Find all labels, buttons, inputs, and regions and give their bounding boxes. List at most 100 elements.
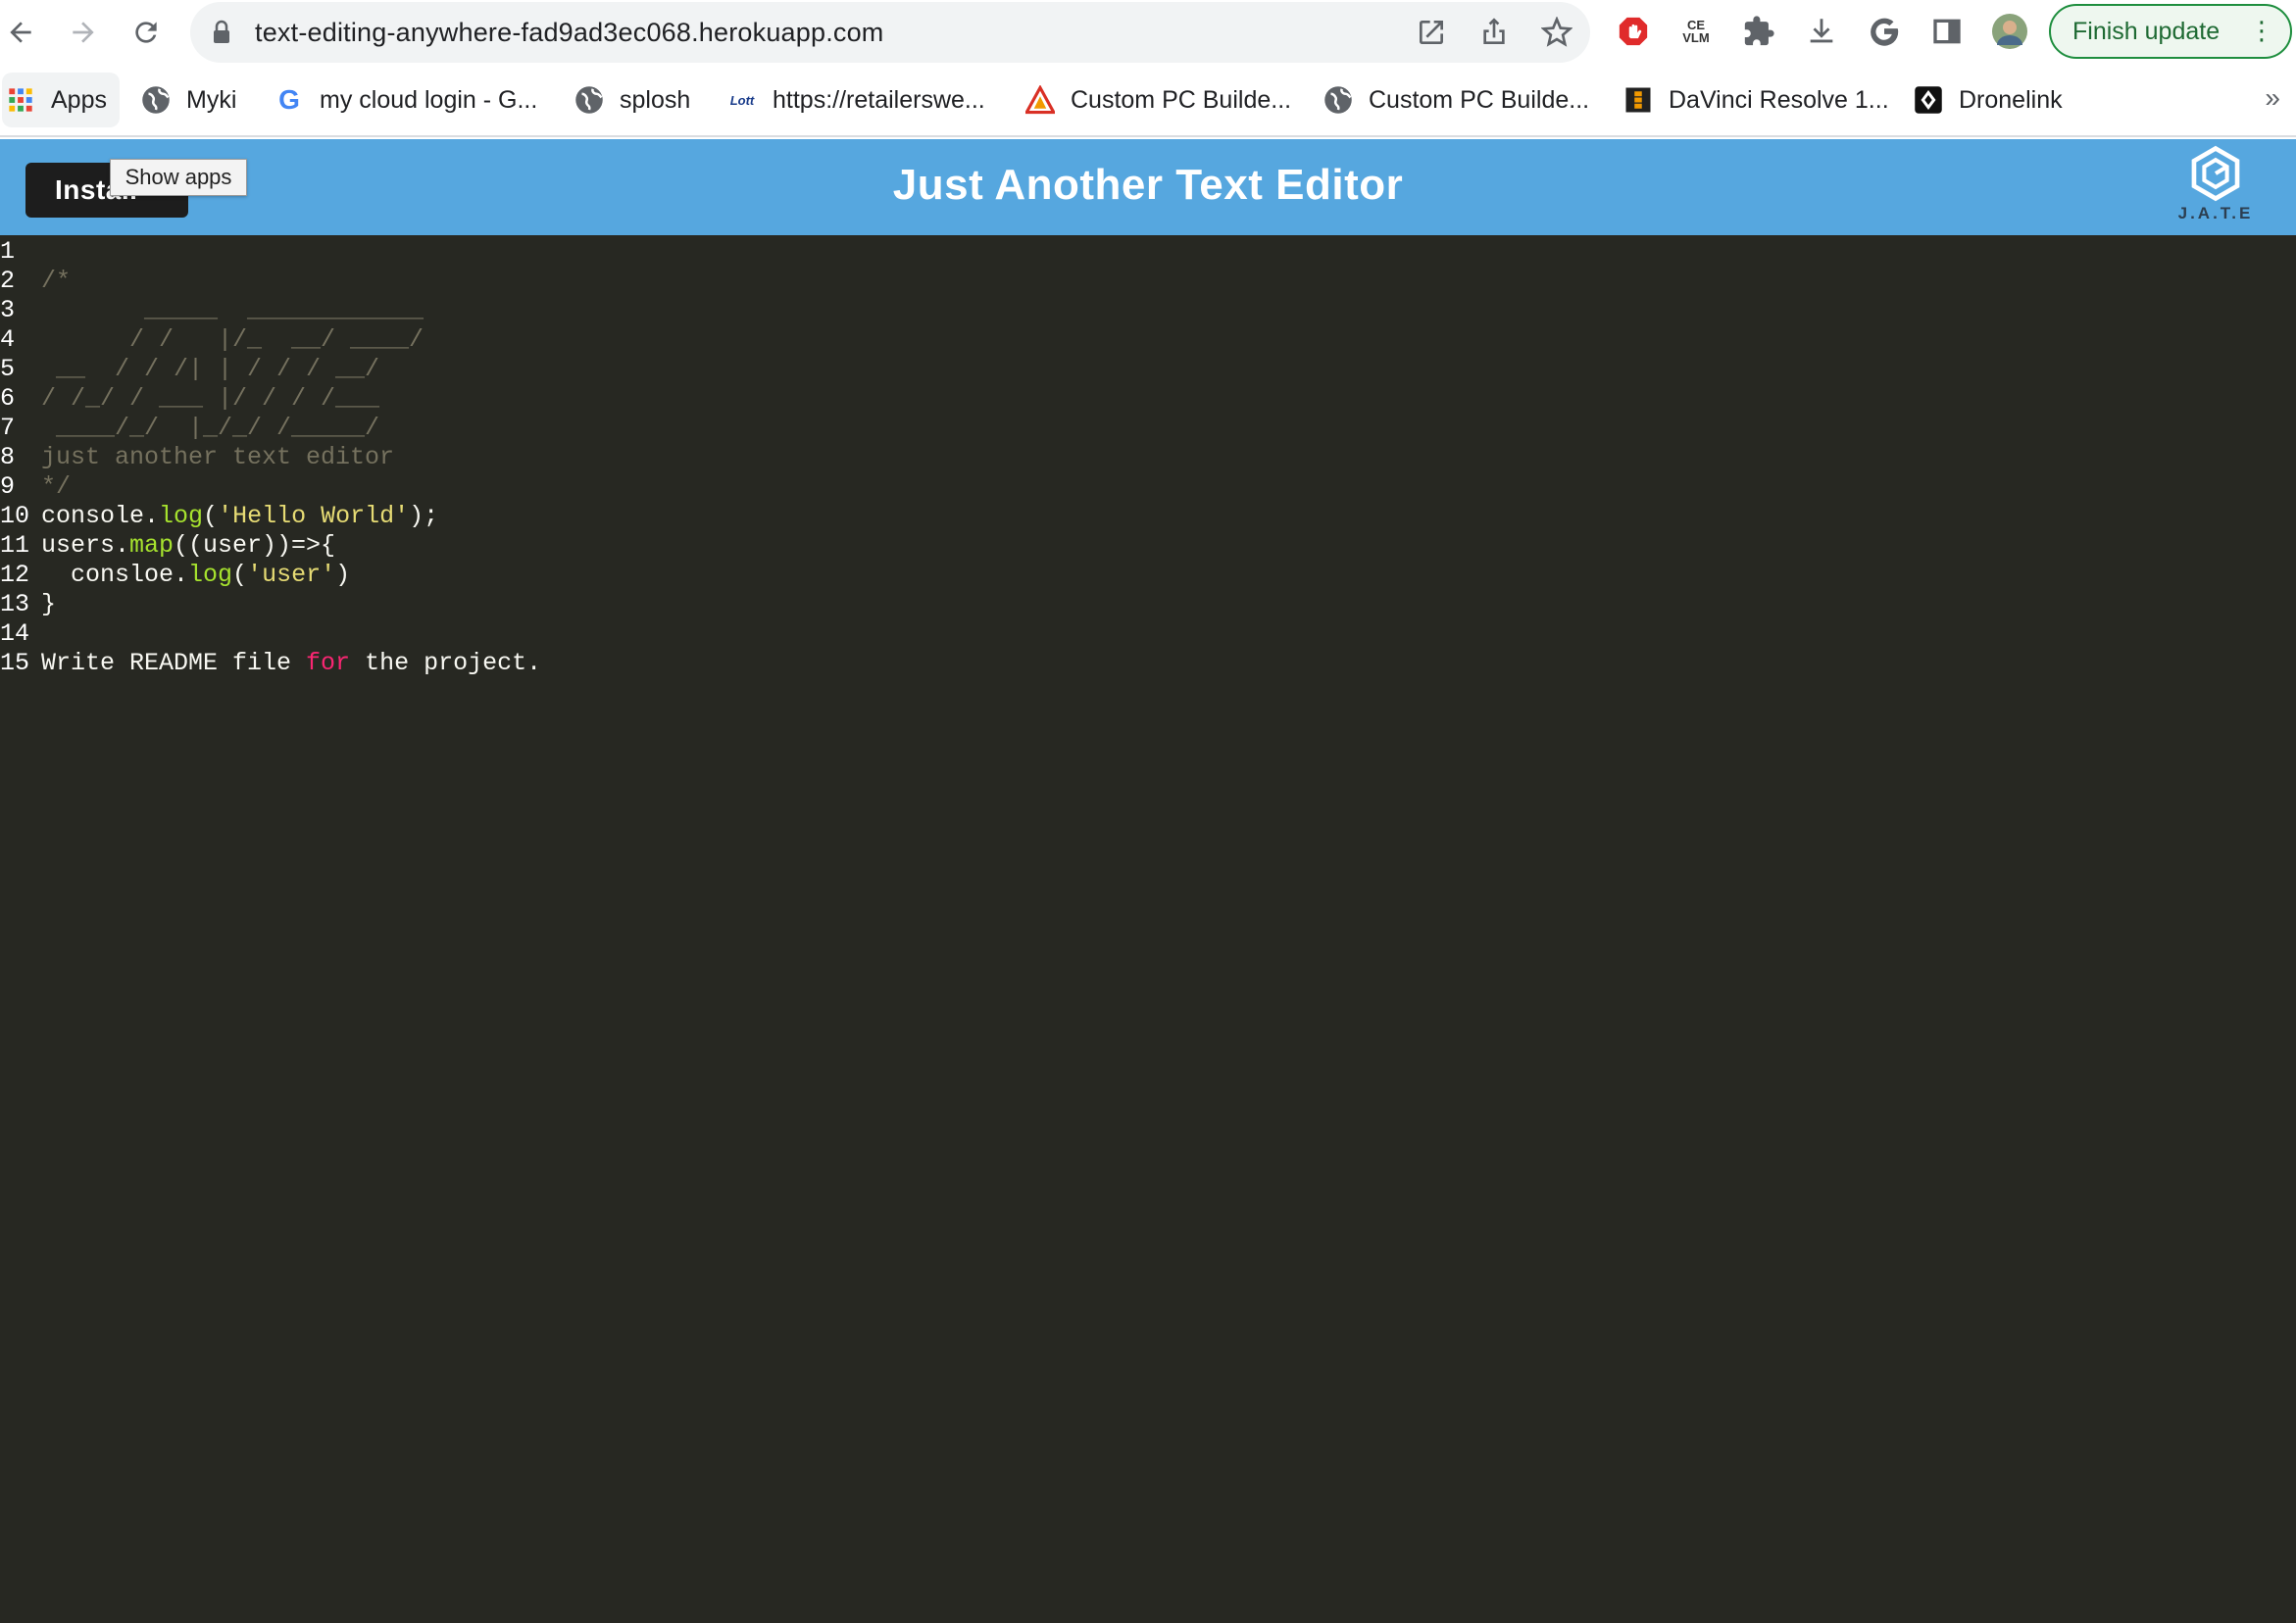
bookmarks-bar: Apps Myki G my cloud login - G... splosh… [0,65,2296,137]
adblock-extension-icon[interactable] [1616,14,1651,49]
bookmark-custom-pc-builder-2[interactable]: Custom PC Builde... [1323,78,1589,122]
bookmark-label: Myki [186,85,237,114]
line-number: 5 [0,355,16,383]
line-number: 15 [0,649,30,677]
line-code: _____ ____________ [41,296,424,325]
line-number: 14 [0,619,30,648]
bookmark-davinci-resolve[interactable]: DaVinci Resolve 1... [1623,78,1889,122]
code-editor[interactable]: 1 2 /* 3 _____ ____________ 4 / / |/_ __/ __… [0,235,2296,1623]
side-panel-icon[interactable] [1929,14,1965,49]
logo-text: J.A.T.E [2177,204,2254,222]
line-number: 4 [0,325,16,354]
code-token: ) [335,561,351,589]
reload-button[interactable] [125,12,167,53]
line-code: consloe.log('user') [41,561,350,590]
line-number: 11 [0,531,30,560]
profile-avatar[interactable] [1992,14,2027,49]
open-in-app-icon[interactable] [1416,17,1447,48]
line-code: */ [41,472,71,502]
davinci-icon [1623,85,1653,115]
jate-logo: J.A.T.E [2167,145,2265,233]
line-number: 7 [0,414,16,442]
bookmark-myki[interactable]: Myki [141,78,236,122]
dronelink-icon [1914,85,1943,115]
bookmark-label: https://retailerswe... [773,85,985,114]
code-token: just another text editor [41,443,395,471]
code-token: _____ ____________ [41,296,424,324]
bookmark-label: my cloud login - G... [320,85,538,114]
arrow-right-icon [73,22,94,43]
bookmark-label: Custom PC Builde... [1071,85,1292,114]
bookmark-star-icon[interactable] [1541,17,1572,48]
bookmark-splosh[interactable]: splosh [574,78,690,122]
line-number: 8 [0,443,16,471]
line-code: console.log('Hello World'); [41,502,438,531]
bookmark-label: splosh [620,85,691,114]
browser-toolbar: text-editing-anywhere-fad9ad3ec068.herok… [0,0,2296,65]
code-token: /* [41,267,72,295]
code-token: / /_/ / ___ |/ / / /___ [41,384,380,413]
code-token: ( [232,561,248,589]
line-code: / / |/_ __/ ____/ [41,325,424,355]
lock-icon [214,20,229,43]
code-token: for [306,649,351,677]
finish-update-button[interactable]: Finish update ⋮ [2049,4,2292,59]
line-number: 9 [0,472,16,501]
bookmark-retailers[interactable]: Lott https://retailerswe... [727,78,985,122]
address-bar[interactable]: text-editing-anywhere-fad9ad3ec068.herok… [190,2,1590,63]
more-bookmarks-button[interactable]: » [2265,82,2280,114]
lott-icon: Lott [729,92,755,108]
reload-icon [135,22,157,43]
bookmark-label: Dronelink [1959,85,2063,114]
code-token: map [129,531,175,560]
code-token: ____/_/ |_/_/ /_____/ [41,414,380,442]
bookmark-label: Apps [51,85,107,114]
code-token: consloe. [41,561,189,589]
line-code: ____/_/ |_/_/ /_____/ [41,414,379,443]
url-text: text-editing-anywhere-fad9ad3ec068.herok… [255,18,884,47]
forward-button[interactable] [63,12,104,53]
code-token: __ / / /| | / / / __/ [41,355,380,383]
google-icon: G [278,84,300,115]
share-icon[interactable] [1478,17,1510,48]
code-token: log [159,502,204,530]
back-button[interactable] [0,12,41,53]
arrow-left-icon [10,22,31,43]
globe-icon [141,85,171,115]
code-token: ( [203,502,219,530]
line-code: /* [41,267,71,296]
code-token: */ [41,472,72,501]
code-token: Write README file [41,649,307,677]
code-token: users. [41,531,130,560]
line-code: __ / / /| | / / / __/ [41,355,379,384]
code-token: 'user' [247,561,336,589]
line-number: 3 [0,296,16,324]
finish-update-label: Finish update [2072,17,2221,45]
google-extension-icon[interactable] [1867,14,1902,49]
page-title: Just Another Text Editor [892,161,1404,209]
bookmark-custom-pc-builder-1[interactable]: Custom PC Builde... [1025,78,1291,122]
line-number: 2 [0,267,16,295]
apps-grid-icon [6,85,35,115]
line-number: 12 [0,561,30,589]
globe-icon [1323,85,1353,115]
triangle-logo-icon [1025,85,1055,115]
bookmark-my-cloud-login[interactable]: G my cloud login - G... [275,78,537,122]
line-code: } [41,590,56,619]
code-token: ); [409,502,439,530]
globe-icon [574,85,604,115]
extensions-puzzle-icon[interactable] [1741,14,1776,49]
bookmark-dronelink[interactable]: Dronelink [1914,78,2063,122]
code-token: ((user))=>{ [174,531,336,560]
hexagon-logo-icon [2191,145,2240,202]
line-code: Write README file for the project. [41,649,541,678]
bookmark-apps[interactable]: Apps [6,78,107,122]
line-number: 13 [0,590,30,618]
line-code: just another text editor [41,443,394,472]
downloads-icon[interactable] [1804,14,1839,49]
line-code: / /_/ / ___ |/ / / /___ [41,384,379,414]
code-token: console. [41,502,160,530]
bookmark-label: DaVinci Resolve 1... [1669,85,1889,114]
code-token: log [188,561,233,589]
ce-vlm-extension-icon[interactable]: CE VLM [1678,14,1714,49]
